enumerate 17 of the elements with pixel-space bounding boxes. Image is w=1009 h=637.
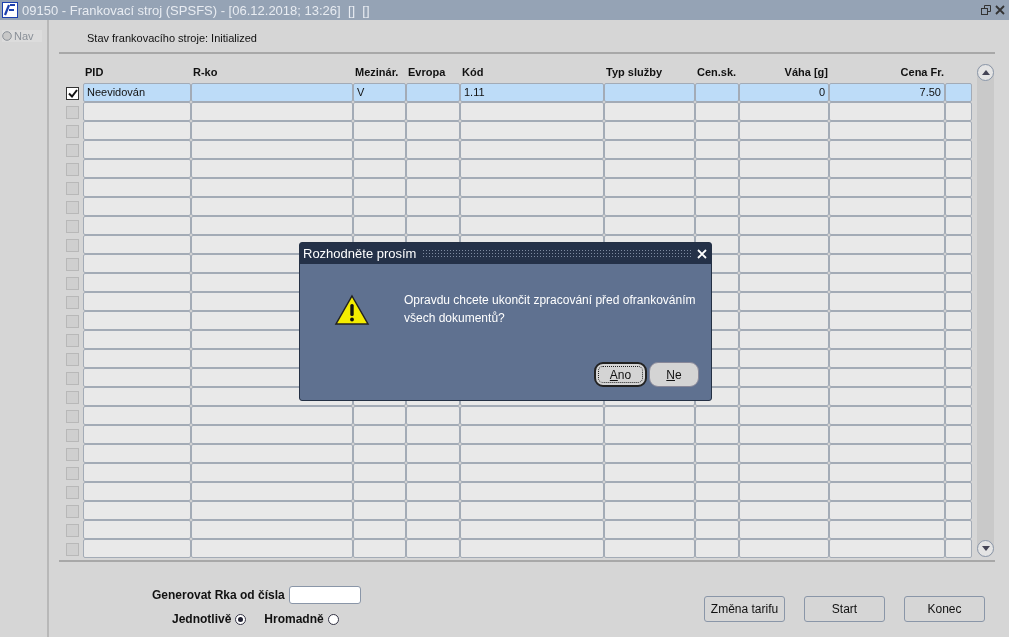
column-header: Kód bbox=[461, 65, 485, 80]
column-header: R-ko bbox=[192, 65, 219, 80]
column-header: Cen.sk. bbox=[696, 65, 738, 80]
column-header: Mezinár. bbox=[354, 65, 400, 80]
mode-label: Jednotlivě bbox=[172, 612, 232, 626]
dialog-message: Opravdu chcete ukončit zpracování před ofrankováním všech dokumentů? bbox=[404, 292, 697, 327]
window-title: 09150 - Frankovací stroj (SPSFS) - [06.12.2018; 13:26] [] [] bbox=[22, 2, 371, 18]
generate-label: Generovat Rka od čísla bbox=[152, 588, 285, 602]
column-header: Evropa bbox=[407, 65, 447, 80]
column-header: PID bbox=[84, 65, 105, 80]
mode-label: Hromadně bbox=[264, 612, 324, 626]
status-text: Stav frankovacího stroje: Initialized bbox=[86, 31, 258, 46]
nav-label: Nav bbox=[14, 30, 34, 42]
dialog-title: Rozhodněte prosím bbox=[303, 246, 417, 261]
column-header: Váha [g] bbox=[783, 65, 829, 80]
column-header: Cena Fr. bbox=[899, 65, 945, 80]
column-header: Typ služby bbox=[605, 65, 664, 80]
